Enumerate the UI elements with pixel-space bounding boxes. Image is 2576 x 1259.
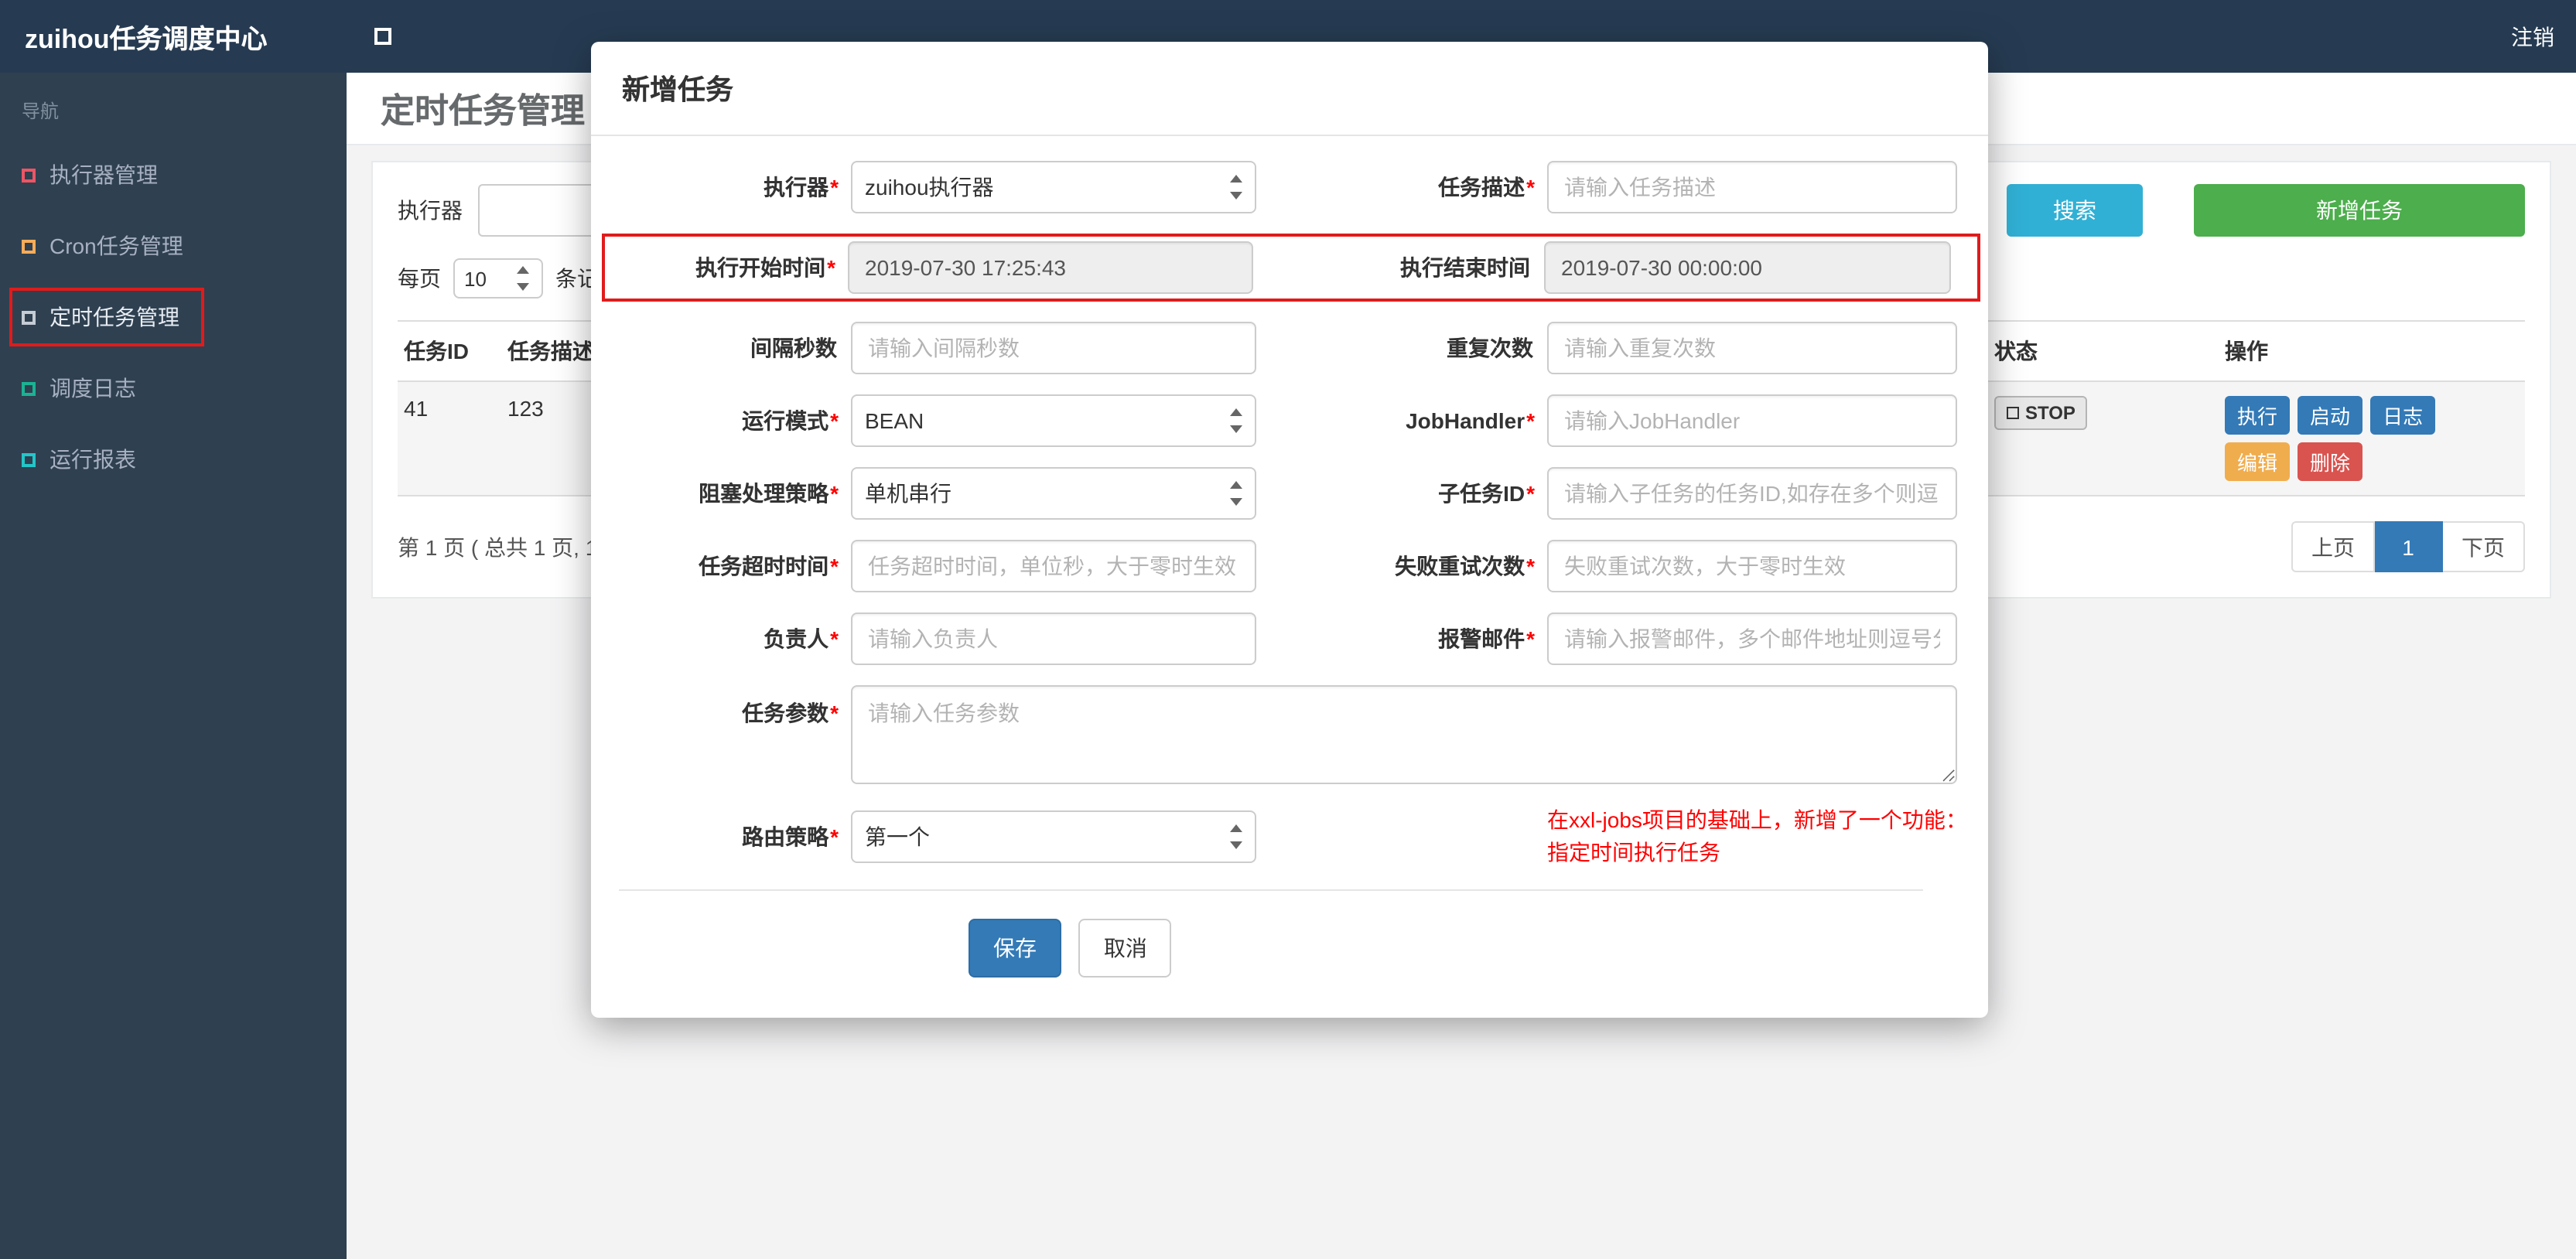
start-time-input[interactable] (848, 241, 1253, 294)
page-title: 定时任务管理 (381, 91, 586, 130)
sidebar-item-executor-manage[interactable]: 执行器管理 (0, 139, 347, 210)
status-text: STOP (2025, 402, 2075, 424)
alarm-email-label: 报警邮件 * (1438, 626, 1535, 651)
sidebar-item-label: 运行报表 (50, 447, 136, 472)
route-strategy-label: 路由策略 * (742, 824, 839, 849)
page-prev-button[interactable]: 上页 (2291, 521, 2375, 572)
owner-input[interactable] (851, 612, 1256, 665)
block-strategy-label: 阻塞处理策略 * (699, 481, 839, 506)
end-time-input[interactable] (1544, 241, 1951, 294)
square-icon (22, 168, 36, 182)
annotation-box-sidebar: 定时任务管理 (9, 288, 204, 346)
stop-icon (2007, 407, 2019, 419)
sidebar-item-label: 定时任务管理 (50, 305, 179, 329)
interval-input[interactable] (851, 322, 1256, 374)
per-page-prefix: 每页 (398, 266, 441, 291)
save-button[interactable]: 保存 (969, 919, 1061, 978)
run-mode-label: 运行模式 * (742, 408, 839, 433)
block-strategy-select[interactable]: 单机串行 (851, 467, 1256, 520)
executor-label: 执行器 * (764, 175, 839, 200)
cancel-button[interactable]: 取消 (1078, 919, 1172, 978)
timeout-input[interactable] (851, 540, 1256, 592)
col-status: 状态 (1994, 339, 2038, 363)
job-param-label: 任务参数 * (742, 701, 839, 725)
square-icon (22, 452, 36, 466)
col-job-id: 任务ID (404, 339, 469, 363)
per-page-select[interactable]: 10 (453, 258, 543, 299)
page-next-button[interactable]: 下页 (2443, 521, 2525, 572)
fail-retry-label: 失败重试次数 * (1395, 554, 1535, 578)
start-time-label: 执行开始时间 * (695, 255, 835, 280)
job-handler-label: JobHandler * (1406, 408, 1535, 433)
sidebar-item-label: Cron任务管理 (50, 234, 183, 258)
repeat-count-label: 重复次数 (1447, 336, 1533, 360)
menu-collapse-icon[interactable] (374, 28, 391, 45)
delete-button[interactable]: 删除 (2298, 442, 2363, 481)
interval-label: 间隔秒数 (750, 336, 837, 360)
route-strategy-select[interactable]: 第一个 (851, 810, 1256, 863)
square-icon (22, 239, 36, 253)
sidebar-item-run-report[interactable]: 运行报表 (0, 424, 347, 495)
add-job-button[interactable]: 新增任务 (2194, 184, 2525, 237)
modal-title: 新增任务 (622, 74, 733, 105)
executor-select[interactable]: zuihou执行器 (851, 161, 1256, 213)
app-root: zuihou任务调度中心 注销 导航 执行器管理 Cron任务管理 定时任务管理… (0, 0, 2576, 1259)
search-button[interactable]: 搜索 (2007, 184, 2143, 237)
annotation-box-time-row: 执行开始时间* 执行结束时间 (602, 234, 1980, 302)
sidebar: 导航 执行器管理 Cron任务管理 定时任务管理 调度日志 运行报表 (0, 73, 347, 1259)
sidebar-nav-label: 导航 (22, 101, 60, 122)
modal-header: 新增任务 (591, 42, 1988, 136)
sidebar-item-dispatch-log[interactable]: 调度日志 (0, 353, 347, 424)
pagination-group: 上页 1 下页 (2291, 521, 2525, 572)
cell-job-id: 41 (404, 396, 429, 421)
sidebar-item-cron-job-manage[interactable]: Cron任务管理 (0, 210, 347, 281)
modal-footer: 保存 取消 (591, 891, 1988, 987)
status-badge: STOP (1994, 396, 2088, 430)
square-icon (22, 310, 36, 324)
sidebar-item-scheduled-job-manage[interactable]: 定时任务管理 (0, 281, 347, 353)
row-actions: 执行 启动 日志 编辑 删除 (2219, 382, 2451, 495)
sidebar-item-label: 调度日志 (50, 376, 136, 401)
alarm-email-input[interactable] (1547, 612, 1957, 665)
job-desc-input[interactable] (1547, 161, 1957, 213)
end-time-label: 执行结束时间 (1400, 255, 1530, 280)
pagination-summary: 第 1 页 ( 总共 1 页, 1 (398, 534, 598, 559)
add-job-form: 执行器* zuihou执行器 任务描述* 执行开始时间* 执行结束时间 间隔秒数… (591, 136, 1988, 987)
repeat-count-input[interactable] (1547, 322, 1957, 374)
timeout-label: 任务超时时间 * (699, 554, 839, 578)
run-button[interactable]: 执行 (2225, 396, 2291, 435)
square-icon (22, 381, 36, 395)
child-job-id-label: 子任务ID * (1438, 481, 1535, 506)
add-job-modal: 新增任务 执行器* zuihou执行器 任务描述* 执行开始时间* 执行结束时间… (591, 42, 1988, 1018)
fail-retry-input[interactable] (1547, 540, 1957, 592)
run-mode-select[interactable]: BEAN (851, 394, 1256, 447)
feature-note: 在xxl-jobs项目的基础上，新增了一个功能： 指定时间执行任务 (1547, 807, 1967, 865)
child-job-id-input[interactable] (1547, 467, 1957, 520)
edit-button[interactable]: 编辑 (2225, 442, 2291, 481)
sidebar-item-label: 执行器管理 (50, 162, 158, 187)
logout-link[interactable]: 注销 (2511, 21, 2576, 52)
job-param-textarea[interactable] (851, 685, 1957, 784)
col-actions: 操作 (2225, 339, 2268, 363)
log-button[interactable]: 日志 (2370, 396, 2436, 435)
app-brand: zuihou任务调度中心 (25, 25, 268, 54)
executor-filter-label: 执行器 (398, 198, 463, 223)
start-button[interactable]: 启动 (2298, 396, 2363, 435)
job-handler-input[interactable] (1547, 394, 1957, 447)
job-desc-label: 任务描述 * (1438, 175, 1535, 200)
owner-label: 负责人 * (764, 626, 839, 651)
page-number-button[interactable]: 1 (2375, 521, 2443, 572)
